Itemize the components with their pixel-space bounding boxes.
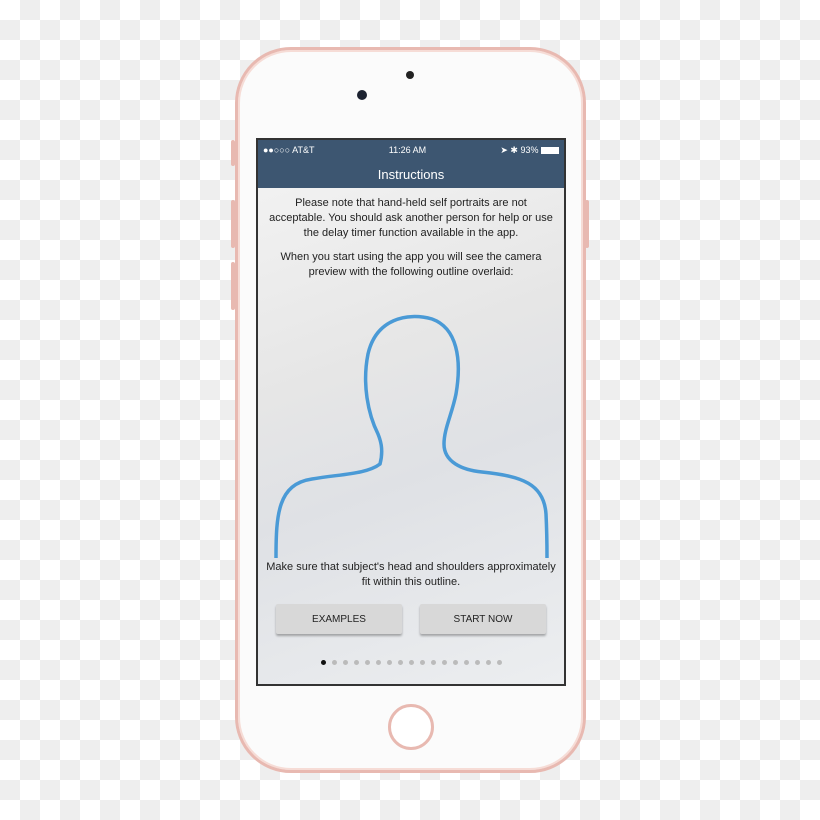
page-dot[interactable] (375, 660, 381, 665)
status-bar: ●●○○○ AT&T 11:26 AM ➤ ✱ 93% (258, 140, 564, 160)
page-dot[interactable] (386, 660, 392, 665)
time-label: 11:26 AM (388, 145, 427, 155)
front-camera (357, 90, 367, 100)
page-dot[interactable] (342, 660, 348, 665)
page-dot[interactable] (474, 660, 480, 665)
page-title: Instructions (377, 166, 445, 182)
page-dot[interactable] (485, 660, 491, 665)
page-dot[interactable] (320, 660, 326, 665)
battery-icon (540, 146, 559, 154)
battery-group: ➤ ✱ 93% (500, 145, 559, 156)
page-dot[interactable] (496, 660, 502, 665)
nav-bar: Instructions (258, 160, 564, 188)
page-dot[interactable] (331, 660, 337, 665)
carrier-label: ●●○○○ AT&T (263, 145, 315, 155)
page-dot[interactable] (463, 660, 469, 665)
page-dot[interactable] (353, 660, 359, 665)
speaker (406, 71, 414, 79)
page-dot[interactable] (408, 660, 414, 665)
head-shoulders-outline-icon (274, 314, 549, 559)
instruction-text-1: Please note that hand-held self portrait… (269, 197, 553, 239)
battery-label: 93% (520, 144, 539, 155)
page-dot[interactable] (364, 660, 370, 665)
volume-down-button (231, 262, 235, 310)
mute-switch (231, 140, 235, 166)
page-dot[interactable] (441, 660, 447, 665)
instruction-text-3: Make sure that subject's head and should… (266, 561, 556, 588)
screen: ●●○○○ AT&T 11:26 AM ➤ ✱ 93% Instructions… (256, 138, 566, 686)
start-now-button[interactable]: START NOW (420, 604, 546, 634)
home-button[interactable] (388, 704, 434, 750)
volume-up-button (231, 200, 235, 248)
page-dot[interactable] (419, 660, 425, 665)
page-dot[interactable] (397, 660, 403, 665)
power-button (585, 200, 589, 248)
page-indicator[interactable] (258, 660, 564, 665)
page-dot[interactable] (430, 660, 436, 665)
page-dot[interactable] (452, 660, 458, 665)
instruction-text-2: When you start using the app you will se… (280, 251, 542, 278)
examples-button[interactable]: EXAMPLES (276, 604, 402, 634)
